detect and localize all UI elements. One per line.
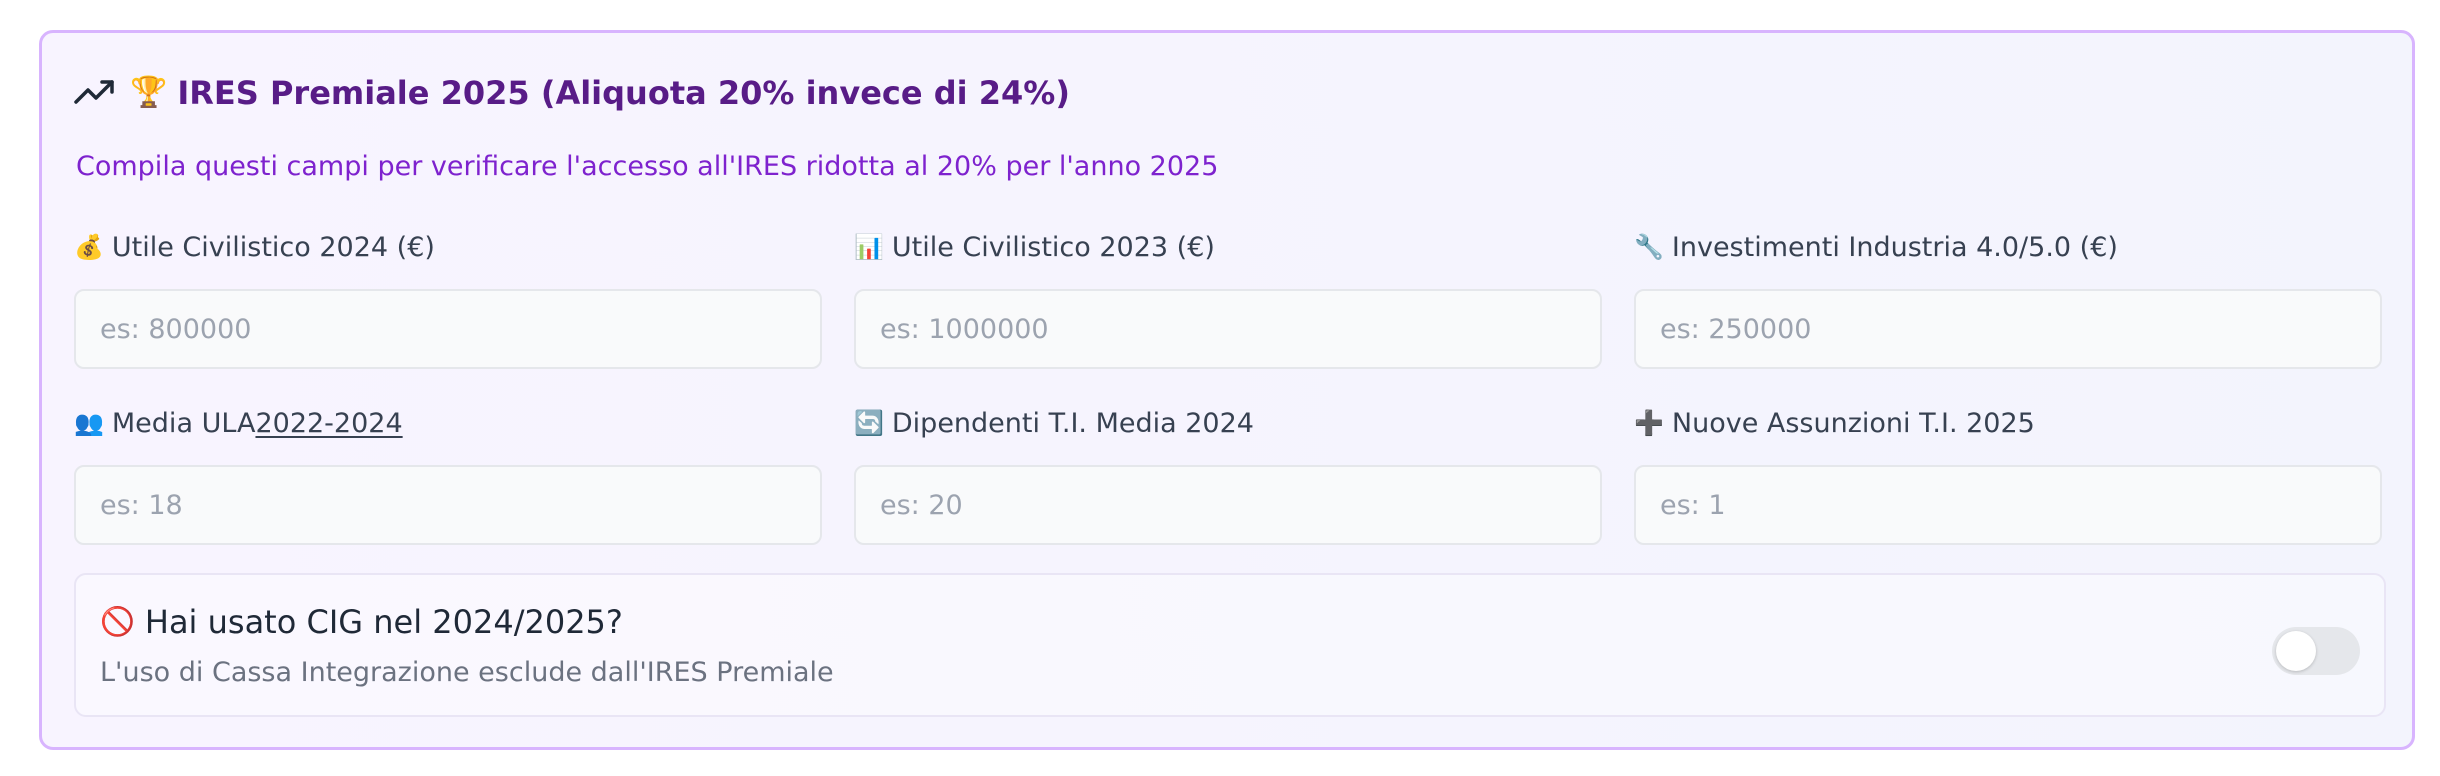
- card-subtitle: Compila questi campi per verificare l'ac…: [76, 151, 1219, 182]
- field-label: 📊 Utile Civilistico 2023 (€): [854, 227, 1602, 267]
- card-title: IRES Premiale 2025 (Aliquota 20% invece …: [177, 74, 1070, 112]
- bar-chart-icon: 📊: [854, 233, 884, 261]
- field-investimenti: 🔧 Investimenti Industria 4.0/5.0 (€): [1634, 227, 2382, 369]
- cig-title: 🚫 Hai usato CIG nel 2024/2025?: [100, 603, 623, 641]
- media-ula-input[interactable]: [74, 465, 822, 545]
- trophy-icon: 🏆: [130, 75, 168, 110]
- nuove-assunzioni-input[interactable]: [1634, 465, 2382, 545]
- refresh-icon: 🔄: [854, 409, 884, 437]
- plus-icon: ➕: [1634, 409, 1664, 437]
- ires-premiale-card: 🏆 IRES Premiale 2025 (Aliquota 20% invec…: [39, 30, 2415, 750]
- utile-2023-input[interactable]: [854, 289, 1602, 369]
- field-label-text: Nuove Assunzioni T.I. 2025: [1671, 407, 2035, 439]
- field-label: 🔧 Investimenti Industria 4.0/5.0 (€): [1634, 227, 2382, 267]
- field-nuove-assunzioni: ➕ Nuove Assunzioni T.I. 2025: [1634, 403, 2382, 545]
- dipendenti-input[interactable]: [854, 465, 1602, 545]
- field-label-text: Media ULA: [111, 407, 256, 439]
- field-label-text: Investimenti Industria 4.0/5.0 (€): [1671, 231, 2118, 263]
- cig-description: L'uso di Cassa Integrazione esclude dall…: [100, 657, 834, 688]
- field-label-text: Utile Civilistico 2023 (€): [891, 231, 1215, 263]
- utile-2024-input[interactable]: [74, 289, 822, 369]
- people-icon: 👥: [74, 409, 104, 437]
- field-label: 🔄 Dipendenti T.I. Media 2024: [854, 403, 1602, 443]
- trending-up-icon: [74, 80, 114, 104]
- cig-toggle[interactable]: [2272, 627, 2360, 675]
- wrench-icon: 🔧: [1634, 233, 1664, 261]
- prohibited-icon: 🚫: [100, 605, 135, 638]
- field-media-ula: 👥 Media ULA 2022-2024: [74, 403, 822, 545]
- money-bag-icon: 💰: [74, 233, 104, 261]
- field-dipendenti: 🔄 Dipendenti T.I. Media 2024: [854, 403, 1602, 545]
- field-label: ➕ Nuove Assunzioni T.I. 2025: [1634, 403, 2382, 443]
- field-utile-2024: 💰 Utile Civilistico 2024 (€): [74, 227, 822, 369]
- toggle-knob: [2276, 631, 2316, 671]
- field-label-underlined: 2022-2024: [255, 407, 403, 439]
- cig-section: 🚫 Hai usato CIG nel 2024/2025? L'uso di …: [74, 573, 2386, 717]
- field-label-text: Utile Civilistico 2024 (€): [111, 231, 435, 263]
- card-header: 🏆 IRES Premiale 2025 (Aliquota 20% invec…: [74, 71, 1070, 115]
- field-label-text: Dipendenti T.I. Media 2024: [891, 407, 1254, 439]
- field-label: 👥 Media ULA 2022-2024: [74, 403, 822, 443]
- cig-title-text: Hai usato CIG nel 2024/2025?: [144, 603, 623, 641]
- field-label: 💰 Utile Civilistico 2024 (€): [74, 227, 822, 267]
- field-utile-2023: 📊 Utile Civilistico 2023 (€): [854, 227, 1602, 369]
- investimenti-input[interactable]: [1634, 289, 2382, 369]
